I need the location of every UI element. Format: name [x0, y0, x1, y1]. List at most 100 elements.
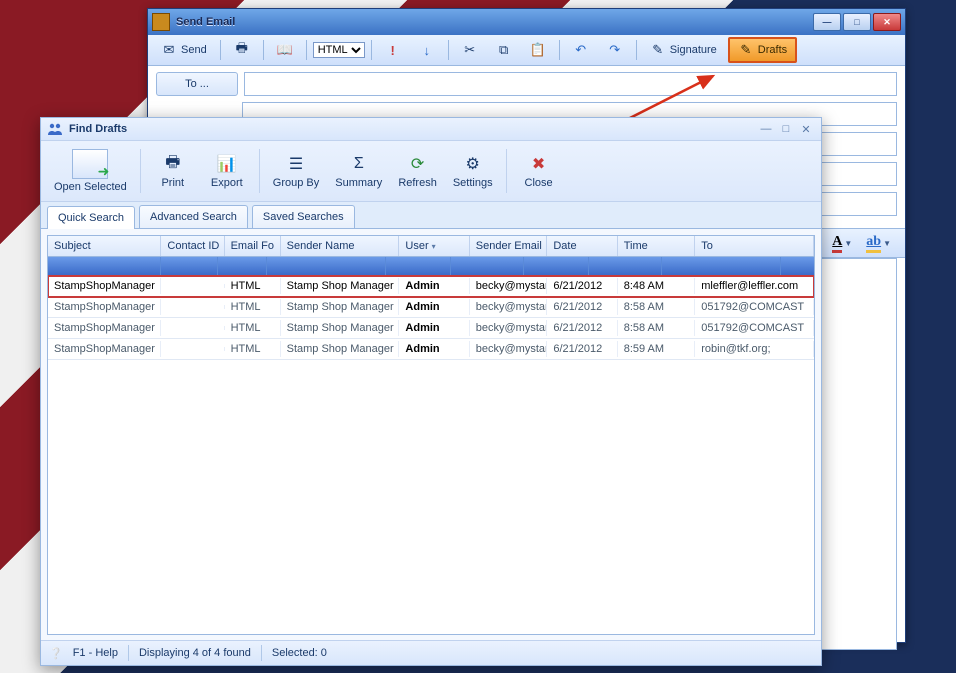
- format-select[interactable]: HTML: [313, 42, 365, 58]
- to-field[interactable]: [244, 72, 897, 96]
- cell-date: 6/21/2012: [547, 299, 617, 315]
- find-drafts-ribbon: ➜ Open Selected 🖶Print 📊Export ☰Group By…: [41, 141, 821, 202]
- column-header-sender-email[interactable]: Sender Email: [470, 236, 548, 256]
- importance-low-button[interactable]: ↓: [412, 39, 442, 61]
- separator: [261, 645, 262, 661]
- cut-button[interactable]: ✂: [455, 39, 485, 61]
- address-book-button[interactable]: 📖: [270, 39, 300, 61]
- undo-icon: ↶: [573, 42, 589, 58]
- find-drafts-title: Find Drafts: [69, 123, 755, 135]
- grid-header-row: Subject Contact ID Email Fo Sender Name …: [48, 236, 814, 257]
- cell-sender_name: Stamp Shop Manager: [281, 278, 400, 294]
- group-by-button[interactable]: ☰Group By: [266, 150, 326, 192]
- importance-high-button[interactable]: !: [378, 39, 408, 61]
- table-row[interactable]: StampShopManagerHTMLStamp Shop ManagerAd…: [48, 276, 814, 297]
- separator: [306, 40, 307, 60]
- refresh-button[interactable]: ⟳Refresh: [391, 150, 444, 192]
- table-row[interactable]: StampShopManagerHTMLStamp Shop ManagerAd…: [48, 318, 814, 339]
- cell-date: 6/21/2012: [547, 320, 617, 336]
- tab-saved-searches[interactable]: Saved Searches: [252, 205, 355, 228]
- open-selected-icon: ➜: [72, 149, 108, 179]
- paste-icon: 📋: [530, 42, 546, 58]
- status-help[interactable]: F1 - Help: [73, 647, 118, 659]
- tab-quick-search[interactable]: Quick Search: [47, 206, 135, 229]
- cell-contact_id: [161, 305, 224, 309]
- close-button[interactable]: ✕: [873, 13, 901, 31]
- drafts-close-button[interactable]: ✕: [797, 122, 815, 136]
- copy-button[interactable]: ⧉: [489, 39, 519, 61]
- separator: [263, 40, 264, 60]
- cell-time: 8:58 AM: [618, 320, 696, 336]
- dropdown-icon: ▼: [844, 239, 852, 248]
- column-header-time[interactable]: Time: [618, 236, 696, 256]
- arrow-down-icon: ↓: [419, 42, 435, 58]
- envelope-send-icon: ✉: [161, 42, 177, 58]
- cell-subject: StampShopManager: [48, 278, 161, 294]
- drafts-minimize-button[interactable]: —: [757, 122, 775, 136]
- send-button[interactable]: ✉ Send: [154, 39, 214, 61]
- status-selected: Selected: 0: [272, 647, 327, 659]
- tab-advanced-search[interactable]: Advanced Search: [139, 205, 248, 228]
- redo-icon: ↷: [607, 42, 623, 58]
- minimize-button[interactable]: —: [813, 13, 841, 31]
- exclamation-icon: !: [385, 42, 401, 58]
- open-selected-button[interactable]: ➜ Open Selected: [47, 146, 134, 196]
- printer-icon: 🖶: [234, 42, 250, 58]
- grid-body: StampShopManagerHTMLStamp Shop ManagerAd…: [48, 276, 814, 360]
- drafts-maximize-button[interactable]: □: [777, 122, 795, 136]
- cell-sender_email: becky@mystar: [470, 299, 548, 315]
- send-email-title: Send Email: [176, 16, 813, 28]
- column-header-to[interactable]: To: [695, 236, 814, 256]
- export-button[interactable]: 📊Export: [201, 150, 253, 192]
- dropdown-icon: ▼: [883, 239, 891, 248]
- send-email-toolbar: ✉ Send 🖶 📖 HTML ! ↓ ✂ ⧉ 📋 ↶ ↷ ✎ Signatur…: [148, 35, 905, 66]
- redo-button[interactable]: ↷: [600, 39, 630, 61]
- status-displaying: Displaying 4 of 4 found: [139, 647, 251, 659]
- refresh-icon: ⟳: [407, 153, 429, 175]
- grid-filter-row[interactable]: [48, 257, 814, 276]
- signature-button[interactable]: ✎ Signature: [643, 39, 724, 61]
- print-button[interactable]: 🖶: [227, 39, 257, 61]
- undo-button[interactable]: ↶: [566, 39, 596, 61]
- font-color-button[interactable]: A ▼: [828, 232, 856, 255]
- scissors-icon: ✂: [462, 42, 478, 58]
- to-button[interactable]: To ...: [156, 72, 238, 96]
- column-header-subject[interactable]: Subject: [48, 236, 161, 256]
- cell-sender_name: Stamp Shop Manager: [281, 341, 400, 357]
- filter-icon: ▾: [432, 242, 436, 251]
- ribbon-close-button[interactable]: ✖Close: [513, 150, 565, 192]
- table-row[interactable]: StampShopManagerHTMLStamp Shop ManagerAd…: [48, 339, 814, 360]
- cell-email_fo: HTML: [225, 278, 281, 294]
- send-email-titlebar[interactable]: Send Email — □ ✕: [148, 9, 905, 35]
- people-icon: [47, 122, 63, 136]
- cell-to: 051792@COMCAST: [695, 320, 814, 336]
- drafts-icon: ✎: [738, 42, 754, 58]
- copy-icon: ⧉: [496, 42, 512, 58]
- column-header-user[interactable]: User▾: [399, 236, 469, 256]
- column-header-sender-name[interactable]: Sender Name: [281, 236, 400, 256]
- column-header-email-fo[interactable]: Email Fo: [225, 236, 281, 256]
- highlight-color-button[interactable]: ab ▼: [862, 232, 895, 255]
- maximize-button[interactable]: □: [843, 13, 871, 31]
- column-header-contact-id[interactable]: Contact ID: [161, 236, 224, 256]
- cell-contact_id: [161, 347, 224, 351]
- paste-button[interactable]: 📋: [523, 39, 553, 61]
- find-drafts-titlebar[interactable]: Find Drafts — □ ✕: [41, 118, 821, 141]
- cell-date: 6/21/2012: [547, 341, 617, 357]
- separator: [448, 40, 449, 60]
- separator: [506, 149, 507, 193]
- summary-button[interactable]: ΣSummary: [328, 150, 389, 192]
- table-row[interactable]: StampShopManagerHTMLStamp Shop ManagerAd…: [48, 297, 814, 318]
- font-color-icon: A: [832, 234, 842, 253]
- column-header-date[interactable]: Date: [547, 236, 617, 256]
- cell-user: Admin: [399, 320, 469, 336]
- settings-button[interactable]: ⚙Settings: [446, 150, 500, 192]
- cell-sender_email: becky@mystar: [470, 278, 548, 294]
- ribbon-print-button[interactable]: 🖶Print: [147, 150, 199, 192]
- settings-icon: ⚙: [462, 153, 484, 175]
- separator: [259, 149, 260, 193]
- pen-icon: ✎: [650, 42, 666, 58]
- search-tabs: Quick Search Advanced Search Saved Searc…: [41, 202, 821, 229]
- book-icon: 📖: [277, 42, 293, 58]
- drafts-button[interactable]: ✎ Drafts: [728, 37, 797, 63]
